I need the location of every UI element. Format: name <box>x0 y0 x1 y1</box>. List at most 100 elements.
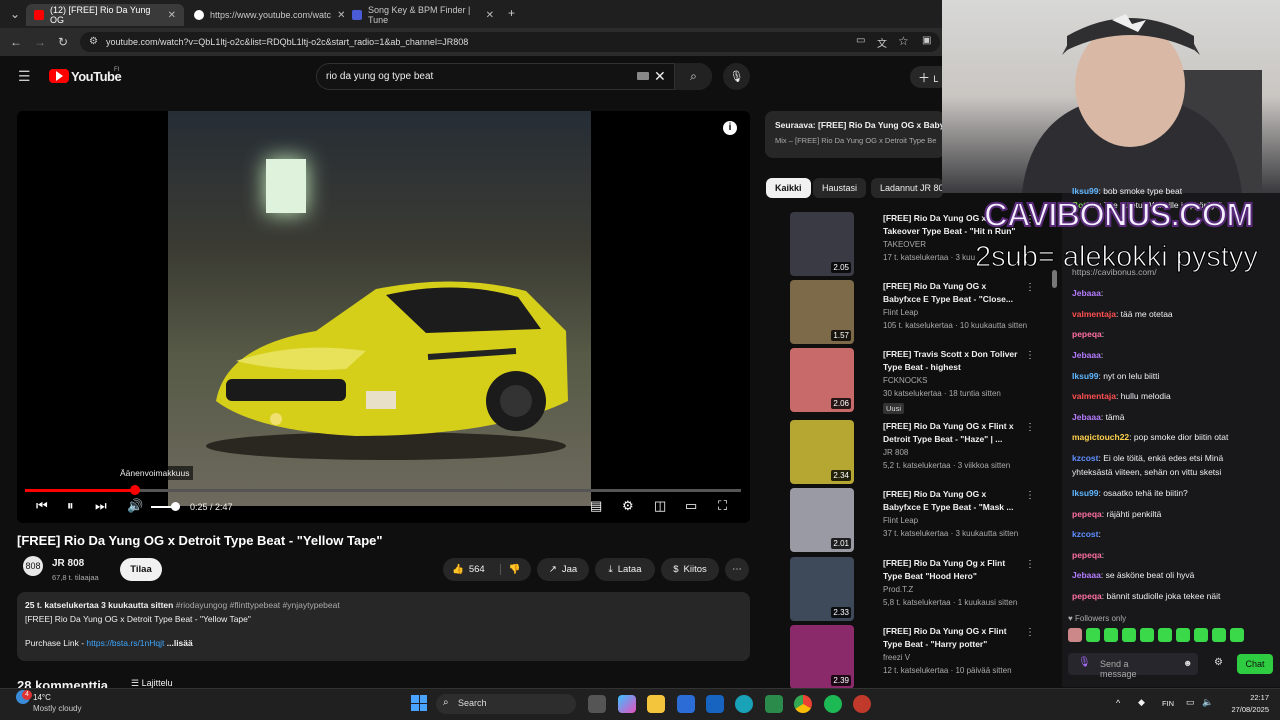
more-options-icon[interactable]: ⋮ <box>1025 350 1035 361</box>
chat-settings-gear-icon[interactable]: ⚙ <box>1214 657 1223 668</box>
emote-bar[interactable] <box>1068 628 1244 642</box>
recommendation-item[interactable]: 1.57 [FREE] Rio Da Yung OG x Babyfxce E … <box>767 280 1052 344</box>
reload-icon[interactable]: ↻ <box>58 35 68 49</box>
subscribe-button[interactable]: Tilaa <box>120 558 162 581</box>
video-thumbnail[interactable]: 1.57 <box>790 280 854 344</box>
chat-username[interactable]: Jebaaa <box>1072 570 1101 580</box>
menu-icon[interactable]: ☰ <box>18 68 31 85</box>
tab-tunebat[interactable]: Song Key & BPM Finder | Tune ✕ <box>344 4 502 26</box>
fullscreen-icon[interactable]: ⛶ <box>718 498 727 514</box>
extensions-icon[interactable]: ▣ <box>922 35 931 46</box>
recommendation-item[interactable]: 2.33 [FREE] Rio Da Yung Og x Flint Type … <box>767 557 1052 621</box>
hashtags[interactable]: #riodayungog #flinttypebeat #ynjaytypebe… <box>176 600 340 610</box>
recommendation-channel[interactable]: FCKNOCKS <box>883 376 927 385</box>
new-tab-icon[interactable]: + <box>508 6 515 20</box>
windows-start-icon[interactable] <box>411 695 427 711</box>
more-options-icon[interactable]: ⋮ <box>1025 627 1035 638</box>
microphone-icon[interactable]: 🎙 <box>1078 657 1091 668</box>
emoji-icon[interactable]: ☻ <box>1183 658 1192 668</box>
volume-knob[interactable] <box>171 502 180 511</box>
chip-for-you[interactable]: Haustasi <box>813 178 867 198</box>
store-icon[interactable] <box>677 695 695 713</box>
voice-search-button[interactable]: 🎙 <box>723 63 750 90</box>
emote-icon[interactable] <box>1212 628 1226 642</box>
chat-username[interactable]: Jebaaa <box>1072 288 1101 298</box>
copilot-icon[interactable] <box>618 695 636 713</box>
search-input[interactable]: rio da yung og type beat <box>316 63 712 90</box>
description-box[interactable]: 25 t. katselukertaa 3 kuukautta sitten #… <box>17 592 750 661</box>
chat-username[interactable]: kzcost <box>1072 529 1098 539</box>
chat-username[interactable]: valmentaja <box>1072 309 1116 319</box>
chat-username[interactable]: kzcost <box>1072 453 1098 463</box>
clock-time[interactable]: 22:17 <box>1247 693 1269 702</box>
chat-username[interactable]: pepeqa <box>1072 550 1102 560</box>
chat-username[interactable]: Iksu99 <box>1072 488 1098 498</box>
url-field[interactable]: youtube.com/watch?v=QbL1ltj-o2c&list=RDQ… <box>80 32 940 52</box>
video-thumbnail[interactable]: 2.06 <box>790 348 854 412</box>
emote-icon[interactable] <box>1122 628 1136 642</box>
recommendation-title[interactable]: [FREE] Rio Da Yung OG x Babyfxce E Type … <box>883 280 1023 306</box>
recommendation-item[interactable]: 2.39 [FREE] Rio Da Yung OG x Flint Type … <box>767 625 1052 689</box>
emote-icon[interactable] <box>1194 628 1208 642</box>
thumbs-down-icon[interactable]: 👎 <box>499 564 521 575</box>
chrome-icon[interactable] <box>794 695 812 713</box>
close-icon[interactable]: ✕ <box>486 10 494 21</box>
more-options-icon[interactable]: ⋮ <box>1025 282 1035 293</box>
cast-icon[interactable]: ▭ <box>856 35 865 46</box>
more-options-icon[interactable]: ⋮ <box>1025 490 1035 501</box>
emote-icon[interactable] <box>1104 628 1118 642</box>
chat-username[interactable]: Jebaaa <box>1072 412 1101 422</box>
recommendation-channel[interactable]: freezi V <box>883 653 910 662</box>
chat-username[interactable]: pepeqa <box>1072 509 1102 519</box>
file-explorer-icon[interactable] <box>647 695 665 713</box>
recommendation-title[interactable]: [FREE] Rio Da Yung OG x Flint Type Beat … <box>883 625 1023 651</box>
chat-username[interactable]: pepeqa <box>1072 591 1102 601</box>
next-icon[interactable]: ⏭ <box>95 498 107 514</box>
tab-list-icon[interactable]: ⌄ <box>10 7 20 21</box>
recommendation-title[interactable]: [FREE] Rio Da Yung Og x Flint Type Beat … <box>883 557 1023 583</box>
recommendation-title[interactable]: [FREE] Rio Da Yung OG x Flint x Detroit … <box>883 420 1023 446</box>
share-button[interactable]: ↗ Jaa <box>537 558 589 581</box>
like-button[interactable]: 👍 564 👎 <box>443 558 531 581</box>
network-icon[interactable]: ▭ <box>1186 697 1195 708</box>
recommendation-channel[interactable]: TAKEOVER <box>883 240 926 249</box>
recommendation-channel[interactable]: Prod.T.Z <box>883 585 913 594</box>
close-icon[interactable]: ✕ <box>168 10 176 21</box>
more-options-icon[interactable]: ⋮ <box>1025 422 1035 433</box>
download-button[interactable]: ⤓ Lataa <box>595 558 655 581</box>
pause-icon[interactable]: ⏸ <box>67 498 74 514</box>
video-thumbnail[interactable]: 2.33 <box>790 557 854 621</box>
channel-avatar[interactable]: 808 <box>23 556 43 576</box>
recommendation-title[interactable]: [FREE] Travis Scott x Don Toliver Type B… <box>883 348 1023 374</box>
emote-icon[interactable] <box>1230 628 1244 642</box>
clear-search-icon[interactable]: ✕ <box>654 68 666 85</box>
purchase-link[interactable]: https://bsta.rs/1nHqjt <box>86 638 164 648</box>
spotify-icon[interactable] <box>824 695 842 713</box>
recommendation-item[interactable]: 2.01 [FREE] Rio Da Yung OG x Babyfxce E … <box>767 488 1052 552</box>
video-thumbnail[interactable]: 2.39 <box>790 625 854 689</box>
taskbar-search[interactable]: Search <box>436 694 576 714</box>
chip-all[interactable]: Kaikki <box>766 178 811 198</box>
chip-uploaded-by[interactable]: Ladannut JR 808 <box>871 178 943 198</box>
emote-icon[interactable] <box>1140 628 1154 642</box>
chat-username[interactable]: pepeqa <box>1072 329 1102 339</box>
clock-date[interactable]: 27/08/2025 <box>1224 705 1269 714</box>
tab-youtube-url[interactable]: https://www.youtube.com/watc ✕ <box>186 4 345 26</box>
tab-youtube[interactable]: (12) [FREE] Rio Da Yung OG ✕ <box>26 4 184 26</box>
emote-icon[interactable] <box>1158 628 1172 642</box>
emote-icon[interactable] <box>1086 628 1100 642</box>
info-icon[interactable]: i <box>723 121 737 135</box>
chat-send-button[interactable]: Chat <box>1237 654 1273 674</box>
language-indicator[interactable]: FIN <box>1162 699 1174 708</box>
show-more-link[interactable]: ...lisää <box>167 638 193 648</box>
chat-username[interactable]: Iksu99 <box>1072 186 1098 196</box>
chat-username[interactable]: magictouch22 <box>1072 432 1129 442</box>
recommendation-channel[interactable]: Flint Leap <box>883 516 918 525</box>
theater-mode-icon[interactable]: ▭ <box>685 498 697 514</box>
up-next-panel[interactable]: Seuraava: [FREE] Rio Da Yung OG x Baby M… <box>765 111 945 158</box>
tray-chevron-icon[interactable]: ^ <box>1116 698 1120 708</box>
video-thumbnail[interactable]: 2.01 <box>790 488 854 552</box>
app-icon[interactable] <box>765 695 783 713</box>
outlook-icon[interactable] <box>706 695 724 713</box>
app-icon[interactable] <box>853 695 871 713</box>
